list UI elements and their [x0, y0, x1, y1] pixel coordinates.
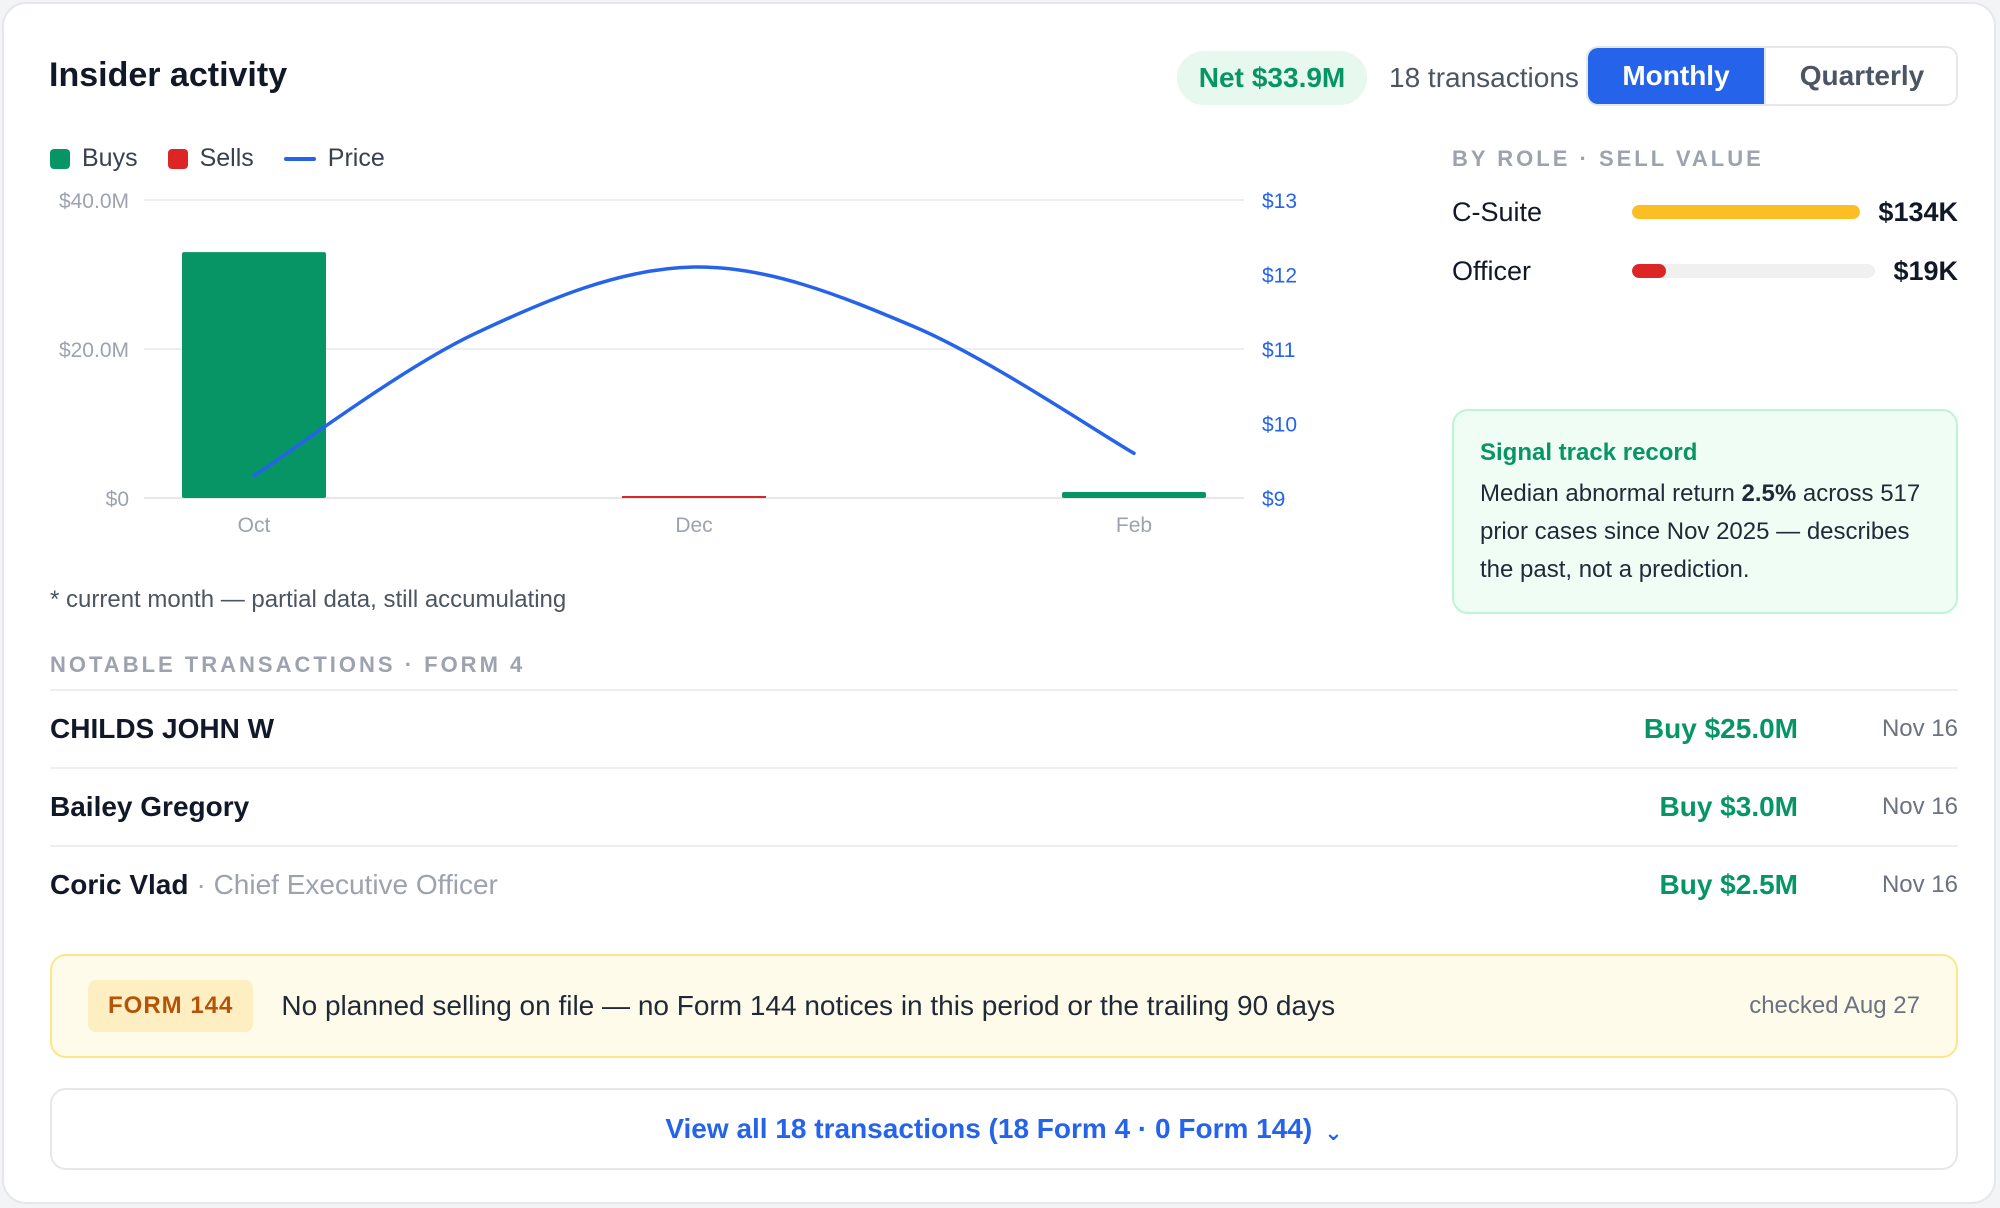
role-row-csuite: C-Suite $134K [1452, 192, 1958, 232]
signal-body-bold: 2.5% [1741, 480, 1797, 507]
y2-tick-label: $9 [1262, 488, 1285, 511]
legend-sells-label: Sells [199, 144, 254, 172]
signal-title: Signal track record [1480, 439, 1698, 466]
y2-tick-label: $12 [1262, 265, 1297, 288]
y2-tick-label: $13 [1262, 190, 1297, 213]
transactions-count: 18 transactions [1389, 62, 1579, 93]
role-row-officer: Officer $19K [1452, 251, 1958, 291]
insider-name: Coric Vlad [50, 869, 189, 900]
role-bar-track [1632, 205, 1861, 219]
y-tick-label: $20.0M [59, 339, 129, 362]
chart-legend: Buys Sells Price [50, 144, 415, 173]
transaction-amount: Buy $2.5M [1659, 869, 1799, 900]
x-tick-label: Dec [675, 514, 712, 537]
transaction-date: Nov 16 [1881, 715, 1958, 742]
insider-role: · Chief Executive Officer [196, 869, 498, 900]
y2-tick-label: $10 [1262, 414, 1297, 437]
chart-footnote: * current month — partial data, still ac… [50, 586, 567, 613]
role-bar-fill [1632, 205, 1861, 219]
net-value: $33.9M [1251, 62, 1346, 93]
form144-checked-date: checked Aug 27 [1749, 992, 1920, 1019]
role-bar-track [1632, 264, 1876, 278]
transaction-date: Nov 16 [1881, 793, 1958, 820]
role-value: $134K [1878, 196, 1958, 227]
quarterly-button[interactable]: Quarterly [1764, 48, 1956, 104]
x-tick-label: Oct [238, 514, 271, 537]
legend-price-label: Price [327, 144, 385, 172]
by-role-heading: BY ROLE · SELL VALUE [1452, 146, 1764, 171]
buys-bar [182, 252, 326, 498]
insider-chart: $0 $20.0M $40.0M $9 $10 $11 $12 $13 Oct Dec Feb [59, 190, 1297, 537]
signal-track-record: Signal track record Median abnormal retu… [1452, 409, 1958, 614]
insider-activity-card: Insider activity Net $33.9M 18 transactio… [2, 2, 1996, 1204]
signal-body: Median abnormal return 2.5% across 517 p… [1480, 475, 1930, 589]
chevron-down-icon: ⌄ [1324, 1120, 1343, 1145]
buys-bar [1062, 492, 1206, 498]
signal-body-pre: Median abnormal return [1480, 480, 1742, 507]
sells-swatch [167, 148, 188, 169]
table-row[interactable]: CHILDS JOHN W Buy $25.0M Nov 16 [50, 689, 1958, 767]
insider-name: Bailey Gregory [50, 791, 250, 822]
legend-sells: Sells [167, 144, 254, 173]
role-bar-fill [1632, 264, 1667, 278]
legend-buys-label: Buys [82, 144, 138, 172]
form144-notice: FORM 144 No planned selling on file — no… [50, 954, 1958, 1058]
y-tick-label: $0 [106, 488, 129, 511]
table-row[interactable]: Coric Vlad · Chief Executive Officer Buy… [50, 845, 1958, 923]
price-line [252, 265, 1136, 478]
card-title: Insider activity [49, 56, 288, 94]
net-label: Net [1198, 62, 1244, 93]
role-name: Officer [1452, 255, 1532, 286]
role-name: C-Suite [1452, 196, 1543, 227]
sells-bar [622, 496, 766, 498]
x-tick-label: Feb [1116, 514, 1152, 537]
view-all-transactions-button[interactable]: View all 18 transactions (18 Form 4 · 0 … [50, 1088, 1958, 1170]
buys-swatch [50, 148, 70, 169]
view-all-label: View all 18 transactions (18 Form 4 · 0 … [665, 1113, 1313, 1144]
legend-buys: Buys [50, 144, 138, 173]
y-tick-label: $40.0M [59, 190, 129, 213]
role-value: $19K [1893, 255, 1958, 286]
y2-tick-label: $11 [1262, 339, 1295, 362]
period-toggle: Monthly Quarterly [1586, 46, 1958, 106]
price-swatch [283, 156, 316, 161]
net-badge: Net $33.9M [1177, 51, 1367, 105]
form144-message: No planned selling on file — no Form 144… [281, 990, 1336, 1021]
transaction-date: Nov 16 [1881, 871, 1958, 898]
legend-price: Price [283, 144, 385, 173]
insider-name: CHILDS JOHN W [50, 713, 274, 744]
notable-transactions-heading: NOTABLE TRANSACTIONS · FORM 4 [50, 652, 526, 677]
transaction-amount: Buy $3.0M [1659, 791, 1799, 822]
transaction-amount: Buy $25.0M [1643, 713, 1798, 744]
monthly-button[interactable]: Monthly [1588, 48, 1764, 104]
table-row[interactable]: Bailey Gregory Buy $3.0M Nov 16 [50, 767, 1958, 845]
form144-badge: FORM 144 [88, 980, 254, 1032]
